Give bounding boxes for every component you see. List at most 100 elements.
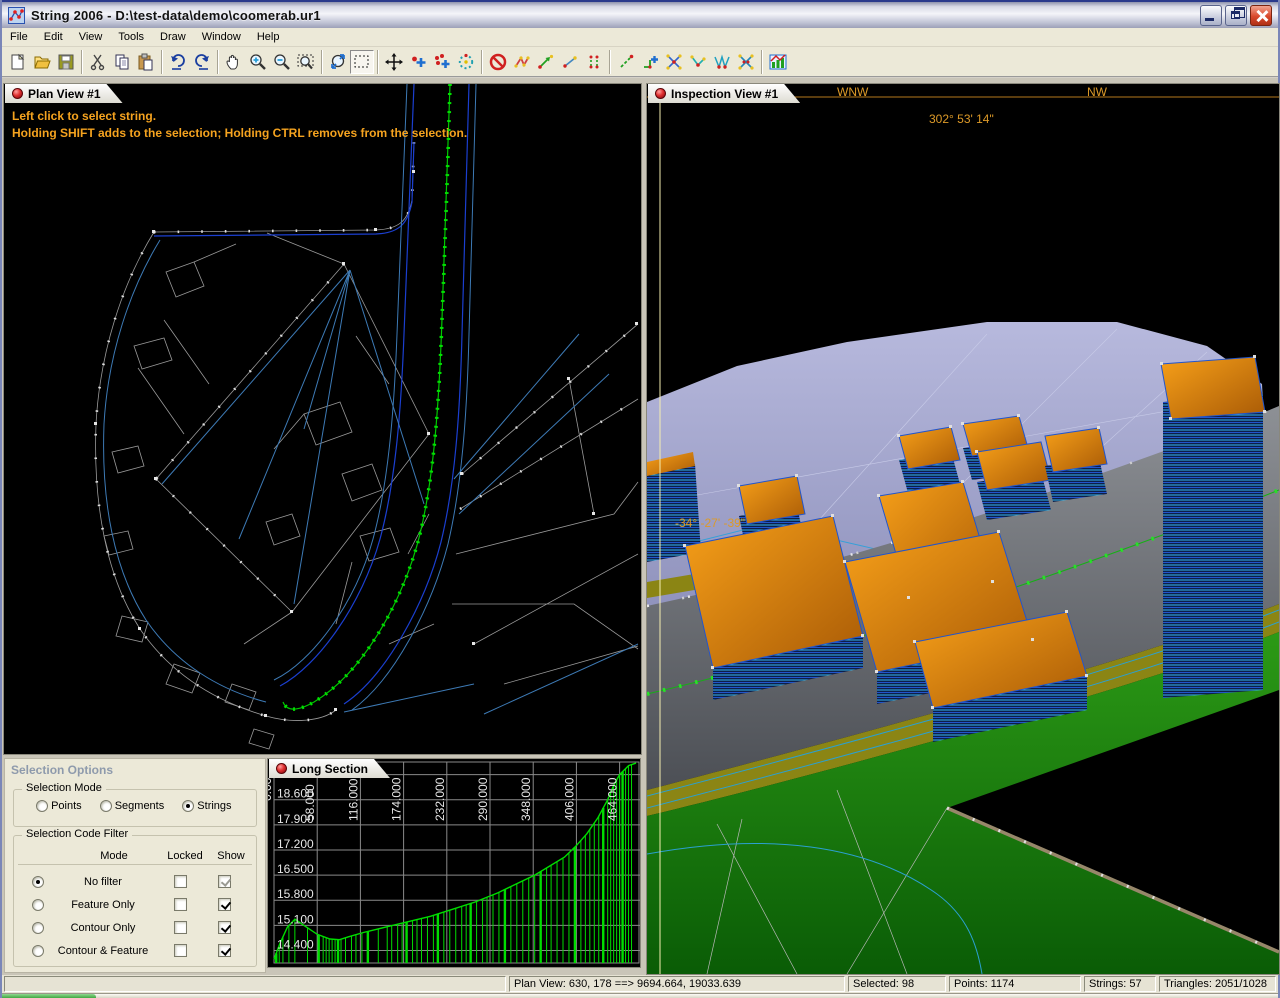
- radio-strings-circle[interactable]: [182, 800, 194, 812]
- move-icon[interactable]: [382, 50, 406, 74]
- inspection-view-window[interactable]: Inspection View #1: [646, 83, 1280, 975]
- parallel-strings-icon[interactable]: [582, 50, 606, 74]
- filter-row-no-filter: No filter: [14, 870, 256, 893]
- menu-tools[interactable]: Tools: [110, 29, 152, 45]
- filter-radio-feature-only[interactable]: [32, 899, 44, 911]
- pan-icon[interactable]: [222, 50, 246, 74]
- svg-text:174.000: 174.000: [390, 777, 404, 821]
- close-button[interactable]: [1250, 5, 1272, 26]
- long-section-chart[interactable]: 19.30018.60017.90017.20016.50015.80015.1…: [268, 759, 640, 967]
- filter-label: Contour Only: [44, 922, 162, 934]
- zoom-window-icon[interactable]: [294, 50, 318, 74]
- delete-selection-icon[interactable]: [486, 50, 510, 74]
- long-section-window[interactable]: Long Section 19.30018.60017.90017.20016.…: [267, 758, 641, 968]
- split-string-icon[interactable]: [686, 50, 710, 74]
- inspection-view-tab[interactable]: Inspection View #1: [648, 84, 800, 103]
- draw-arrow-string-icon[interactable]: [534, 50, 558, 74]
- azimuth-label: 302° 53' 14": [929, 112, 994, 126]
- plan-view-tab[interactable]: Plan View #1: [5, 84, 123, 103]
- view-sphere-icon: [655, 88, 666, 99]
- draw-string-icon[interactable]: [510, 50, 534, 74]
- svg-text:232.000: 232.000: [433, 777, 447, 821]
- menu-view[interactable]: View: [71, 29, 111, 45]
- menu-file[interactable]: File: [2, 29, 36, 45]
- menu-help[interactable]: Help: [249, 29, 288, 45]
- weave-strings-icon[interactable]: [710, 50, 734, 74]
- break-strings-icon[interactable]: [734, 50, 758, 74]
- svg-text:15.800: 15.800: [277, 887, 314, 901]
- join-strings-icon[interactable]: [638, 50, 662, 74]
- select-rectangle-icon[interactable]: [350, 50, 374, 74]
- filter-radio-contour-feature[interactable]: [32, 945, 44, 957]
- plan-view-window[interactable]: Plan View #1 Left click to select string…: [3, 83, 642, 755]
- draw-line-icon[interactable]: [558, 50, 582, 74]
- long-section-tab[interactable]: Long Section: [269, 759, 390, 778]
- svg-text:348.000: 348.000: [519, 777, 533, 821]
- show-checkbox[interactable]: [218, 875, 231, 888]
- radio-points[interactable]: Points: [36, 800, 82, 812]
- svg-text:290.000: 290.000: [476, 777, 490, 821]
- filter-row-contour-only: Contour Only: [14, 916, 256, 939]
- segment-string-icon[interactable]: [614, 50, 638, 74]
- radio-segments-label: Segments: [115, 800, 165, 812]
- minimize-button[interactable]: [1200, 5, 1222, 26]
- status-bar: Plan View: 630, 178 ==> 9694.664, 19033.…: [2, 975, 1278, 993]
- new-icon[interactable]: [6, 50, 30, 74]
- toolbar-separator: [161, 50, 163, 74]
- inspection-view-tab-label: Inspection View #1: [671, 87, 778, 101]
- add-points-icon[interactable]: [430, 50, 454, 74]
- radio-segments-circle[interactable]: [100, 800, 112, 812]
- copy-icon[interactable]: [110, 50, 134, 74]
- show-checkbox[interactable]: [218, 944, 231, 957]
- locked-checkbox[interactable]: [174, 944, 187, 957]
- menu-edit[interactable]: Edit: [36, 29, 71, 45]
- add-point-icon[interactable]: [406, 50, 430, 74]
- filter-row-contour-feature: Contour & Feature: [14, 939, 256, 962]
- zoom-in-icon[interactable]: [246, 50, 270, 74]
- select-points-circle-icon[interactable]: [454, 50, 478, 74]
- filter-row-feature-only: Feature Only: [14, 893, 256, 916]
- menu-window[interactable]: Window: [194, 29, 249, 45]
- radio-points-label: Points: [51, 800, 82, 812]
- radio-segments[interactable]: Segments: [100, 800, 165, 812]
- open-icon[interactable]: [30, 50, 54, 74]
- zoom-out-icon[interactable]: [270, 50, 294, 74]
- svg-text:116.000: 116.000: [346, 778, 360, 821]
- plan-view-tab-label: Plan View #1: [28, 87, 101, 101]
- show-checkbox[interactable]: [218, 921, 231, 934]
- radio-strings[interactable]: Strings: [182, 800, 231, 812]
- selection-code-filter-group: Selection Code Filter Mode Locked Show N…: [13, 835, 257, 967]
- save-icon[interactable]: [54, 50, 78, 74]
- paste-icon[interactable]: [134, 50, 158, 74]
- radio-points-circle[interactable]: [36, 800, 48, 812]
- selected-string[interactable]: [283, 84, 450, 709]
- selected-string-points: [283, 84, 450, 709]
- string-lines-navy: [154, 84, 469, 704]
- long-section-icon[interactable]: [766, 50, 790, 74]
- menu-draw[interactable]: Draw: [152, 29, 194, 45]
- restore-button[interactable]: [1225, 5, 1247, 26]
- application-window: String 2006 - D:\test-data\demo\coomerab…: [0, 0, 1280, 998]
- triangulation-lines: [96, 142, 638, 749]
- undo-icon[interactable]: [166, 50, 190, 74]
- filter-radio-contour-only[interactable]: [32, 922, 44, 934]
- svg-text:58.000: 58.000: [303, 784, 317, 821]
- hint-line-1: Left click to select string.: [12, 108, 467, 125]
- locked-checkbox[interactable]: [174, 898, 187, 911]
- zoom-extents-icon[interactable]: [326, 50, 350, 74]
- taskbar: [2, 993, 1278, 998]
- status-points: Points: 1174: [949, 976, 1081, 992]
- locked-checkbox[interactable]: [174, 921, 187, 934]
- long-section-tab-label: Long Section: [292, 762, 368, 776]
- redo-icon[interactable]: [190, 50, 214, 74]
- show-checkbox[interactable]: [218, 898, 231, 911]
- cross-strings-icon[interactable]: [662, 50, 686, 74]
- filter-radio-no-filter[interactable]: [32, 876, 44, 888]
- start-button[interactable]: [2, 994, 96, 998]
- locked-checkbox[interactable]: [174, 875, 187, 888]
- title-bar[interactable]: String 2006 - D:\test-data\demo\coomerab…: [2, 0, 1278, 28]
- svg-text:15.100: 15.100: [277, 912, 314, 926]
- menu-bar: File Edit View Tools Draw Window Help: [2, 28, 1278, 47]
- cut-icon[interactable]: [86, 50, 110, 74]
- plan-view-canvas[interactable]: [4, 84, 641, 754]
